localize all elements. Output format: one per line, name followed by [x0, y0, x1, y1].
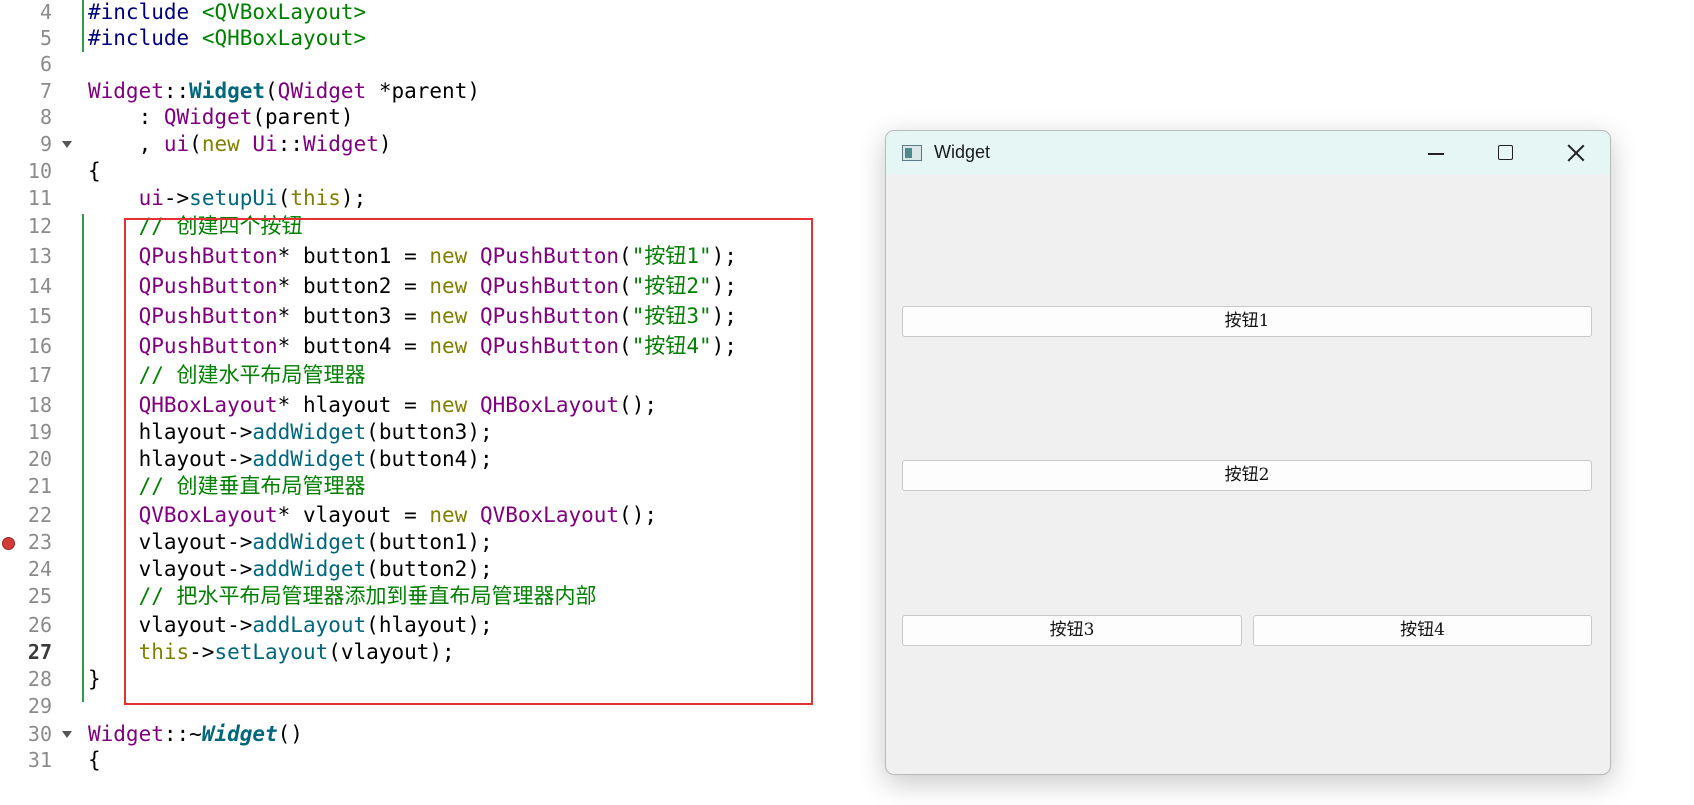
line-number: 9 — [39, 132, 52, 156]
line-number: 22 — [27, 503, 52, 527]
code-line: hlayout->addWidget(button3); — [138, 420, 493, 444]
code-line: hlayout->addWidget(button4); — [138, 447, 493, 471]
code-line: Widget::Widget(QWidget *parent) — [88, 79, 480, 103]
button-4[interactable]: 按钮4 — [1253, 615, 1592, 646]
breakpoint-icon[interactable] — [2, 537, 15, 550]
line-number: 26 — [27, 613, 52, 637]
maximize-button[interactable] — [1470, 131, 1540, 175]
code-comment: // 创建水平布局管理器 — [88, 363, 366, 387]
code-line: QPushButton* button3 = new QPushButton("… — [138, 304, 737, 328]
line-number: 13 — [27, 244, 52, 268]
code-line: : QWidget(parent) — [88, 105, 354, 129]
line-number: 31 — [27, 748, 52, 772]
button-3[interactable]: 按钮3 — [902, 615, 1242, 646]
code-line: vlayout->addWidget(button1); — [138, 530, 493, 554]
line-number: 16 — [27, 334, 52, 358]
line-number: 7 — [39, 79, 52, 103]
change-marker-bar — [82, 0, 84, 52]
code-line: , ui(new Ui::Widget) — [88, 132, 392, 156]
button-2[interactable]: 按钮2 — [902, 460, 1592, 491]
line-number: 25 — [27, 584, 52, 608]
code-line: { — [88, 159, 101, 183]
line-number: 24 — [27, 557, 52, 581]
code-line: #include <QHBoxLayout> — [88, 26, 367, 50]
code-editor[interactable]: 4 5 6 7 8 9 10 11 12 13 14 15 16 17 18 1… — [0, 0, 880, 805]
code-comment: // 创建四个按钮 — [88, 214, 303, 238]
code-line: QVBoxLayout* vlayout = new QVBoxLayout()… — [138, 503, 657, 527]
app-window-icon — [902, 145, 922, 161]
line-number: 18 — [27, 393, 52, 417]
close-button[interactable] — [1540, 131, 1610, 175]
fold-arrow-icon[interactable] — [62, 731, 72, 738]
line-number: 19 — [27, 420, 52, 444]
fold-arrow-icon[interactable] — [62, 141, 72, 148]
line-number: 20 — [27, 447, 52, 471]
line-number: 4 — [39, 0, 52, 24]
widget-window[interactable]: Widget 按钮1 按钮2 按钮3 按钮4 — [885, 130, 1611, 775]
change-marker-bar — [82, 214, 84, 702]
code-line: QPushButton* button1 = new QPushButton("… — [138, 244, 737, 268]
line-number: 6 — [39, 52, 52, 76]
close-icon — [1566, 143, 1586, 163]
line-number: 29 — [27, 694, 52, 718]
window-titlebar[interactable]: Widget — [886, 131, 1610, 175]
code-line: vlayout->addWidget(button2); — [138, 557, 493, 581]
code-line: { — [88, 748, 101, 772]
line-number: 8 — [39, 105, 52, 129]
code-line: QPushButton* button4 = new QPushButton("… — [138, 334, 737, 358]
button-1[interactable]: 按钮1 — [902, 306, 1592, 337]
line-number-current: 27 — [27, 640, 52, 664]
code-line: #include <QVBoxLayout> — [88, 0, 367, 24]
code-line: QPushButton* button2 = new QPushButton("… — [138, 274, 737, 298]
minimize-icon — [1428, 153, 1444, 155]
code-comment: // 把水平布局管理器添加到垂直布局管理器内部 — [88, 584, 597, 608]
window-title: Widget — [934, 142, 991, 162]
line-number: 11 — [27, 186, 52, 210]
code-line: vlayout->addLayout(hlayout); — [138, 613, 493, 637]
line-number: 5 — [39, 26, 52, 50]
line-number: 10 — [27, 159, 52, 183]
code-comment: // 创建垂直布局管理器 — [88, 474, 366, 498]
line-number: 17 — [27, 363, 52, 387]
minimize-button[interactable] — [1400, 131, 1470, 175]
line-number: 12 — [27, 214, 52, 238]
maximize-icon — [1498, 145, 1513, 160]
code-line: QHBoxLayout* hlayout = new QHBoxLayout()… — [138, 393, 657, 417]
line-number: 15 — [27, 304, 52, 328]
code-line: } — [88, 667, 101, 691]
line-number: 30 — [27, 722, 52, 746]
code-line: ui->setupUi(this); — [138, 186, 367, 210]
code-line: this->setLayout(vlayout); — [138, 640, 455, 664]
line-number: 21 — [27, 474, 52, 498]
line-number: 14 — [27, 274, 52, 298]
line-number: 28 — [27, 667, 52, 691]
code-line: Widget::~Widget() — [88, 722, 303, 746]
